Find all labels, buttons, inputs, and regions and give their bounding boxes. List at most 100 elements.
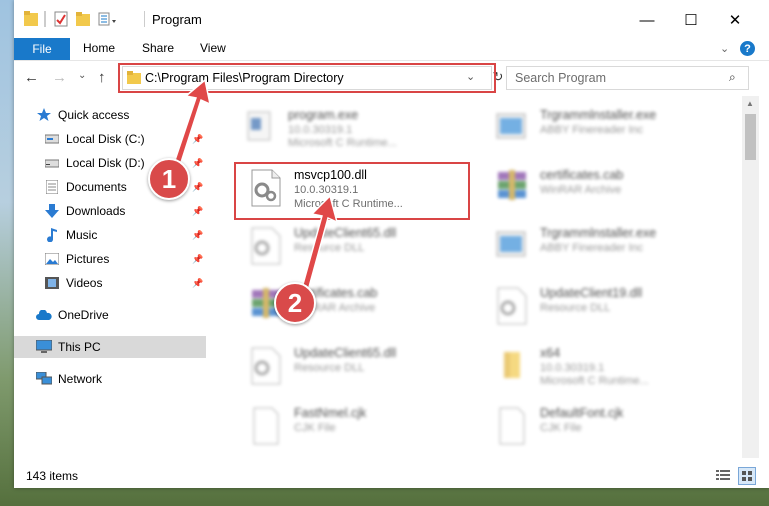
navigation-pane: Quick access Local Disk (C:) 📌 Local Dis… [14,96,209,458]
file-name: DefaultFont.cjk [540,406,624,420]
tiles-view-icon[interactable] [738,467,756,485]
pin-icon: 📌 [192,157,204,168]
up-button[interactable]: ↑ [98,69,106,86]
file-item[interactable]: DefaultFont.cjk CJK File [494,400,734,458]
file-name: Trgrammlnstaller.exe [540,108,657,122]
file-highlight [234,162,470,220]
help-icon[interactable]: ? [740,41,755,56]
forward-button[interactable]: → [52,69,67,86]
file-name: UpdateClient65.dll [294,346,397,360]
archive-icon [494,168,534,208]
sidebar-item-quick-access[interactable]: Quick access [14,104,206,126]
search-icon[interactable]: ⌕ [729,70,736,85]
file-item[interactable]: Trgrammlnstaller.exe ABBY Finereader Inc [494,102,734,160]
videos-icon [44,276,60,290]
file-icon [248,406,288,446]
pin-icon: 📌 [192,181,204,192]
installer-icon [494,108,534,148]
folder-icon [494,346,534,386]
file-item[interactable]: UpdateClient19.dll Resource DLL [494,280,734,338]
maximize-button[interactable]: ☐ [669,6,713,34]
sidebar-item-videos[interactable]: Videos 📌 [14,272,206,294]
file-item[interactable]: UpdateClient65.dll Resource DLL [248,220,488,278]
tab-file[interactable]: File [14,38,70,60]
file-name: UpdateClient65.dll [294,226,397,240]
file-detail: ABBY Finereader Inc [540,124,644,136]
back-button[interactable]: ← [24,69,39,86]
ribbon: File Home Share View ⌄ ? [14,38,769,61]
file-detail: 10.0.30319.1 [288,124,353,136]
folder-icon [24,11,38,27]
pictures-icon [44,252,60,266]
computer-icon [36,340,52,354]
file-detail: CJK File [294,422,336,434]
file-item[interactable]: Trgrammlnstaller.exe ABBY Finereader Inc [494,220,734,278]
file-detail: Microsoft C Runtime... [288,137,397,149]
file-name: Trgrammlnstaller.exe [540,226,657,240]
file-detail: Resource DLL [294,242,365,254]
tab-view[interactable]: View [200,41,226,55]
file-item[interactable]: program.exe 10.0.30319.1 Microsoft C Run… [242,102,482,160]
sidebar-item-label: Local Disk (C:) [66,132,145,146]
new-folder-icon[interactable] [76,11,90,27]
file-detail: Microsoft C Runtime... [540,375,649,387]
step-badge-1: 1 [148,158,190,200]
sidebar-item-onedrive[interactable]: OneDrive [14,304,206,326]
customize-toolbar-icon[interactable] [98,11,116,27]
title-bar: Program — ☐ ✕ [14,0,769,38]
recent-locations-icon[interactable]: ⌄ [78,70,86,81]
scroll-up-icon[interactable]: ▲ [746,99,754,108]
file-list: program.exe 10.0.30319.1 Microsoft C Run… [210,96,742,458]
sidebar-item-label: Quick access [58,108,130,122]
file-detail: Resource DLL [540,302,611,314]
network-icon [36,372,52,386]
sidebar-item-music[interactable]: Music 📌 [14,224,206,246]
file-detail: WinRAR Archive [540,184,622,196]
status-bar: 143 items [14,464,769,488]
pin-icon: 📌 [192,133,204,144]
file-name: program.exe [288,108,359,122]
minimize-button[interactable]: — [625,6,669,34]
explorer-window: Program — ☐ ✕ File Home Share View ⌄ ? ←… [14,0,769,488]
sidebar-item-downloads[interactable]: Downloads 📌 [14,200,206,222]
pin-icon: 📌 [192,253,204,264]
star-icon [36,108,52,122]
sidebar-item-this-pc[interactable]: This PC [14,336,206,358]
file-detail: ABBY Finereader Inc [540,242,644,254]
sidebar-item-label: OneDrive [58,308,109,322]
pin-icon: 📌 [192,205,204,216]
vertical-scrollbar[interactable]: ▲ [742,96,759,458]
tab-share[interactable]: Share [142,41,174,55]
close-button[interactable]: ✕ [713,6,757,34]
sidebar-item-local-disk-c[interactable]: Local Disk (C:) 📌 [14,128,206,150]
details-view-icon[interactable] [716,469,730,481]
file-icon [494,406,534,446]
sidebar-item-pictures[interactable]: Pictures 📌 [14,248,206,270]
exe-icon [242,108,282,148]
search-input[interactable] [513,69,717,87]
file-item[interactable]: UpdateClient65.dll Resource DLL [248,340,488,398]
item-count: 143 items [26,469,79,483]
pin-icon: 📌 [192,277,204,288]
sidebar-item-label: This PC [58,340,101,354]
installer-icon [494,226,534,266]
file-name: UpdateClient19.dll [540,286,643,300]
window-title: Program [152,12,202,27]
properties-icon[interactable] [54,11,68,27]
file-item[interactable]: x64 10.0.30319.1 Microsoft C Runtime... [494,340,734,398]
tab-home[interactable]: Home [83,41,115,55]
sidebar-item-label: Downloads [66,204,126,218]
drive-icon [44,132,60,146]
scrollbar-thumb[interactable] [745,114,756,160]
chevron-down-icon[interactable]: ⌄ [720,42,729,55]
sidebar-item-network[interactable]: Network [14,368,206,390]
music-icon [44,228,60,242]
drive-icon [44,156,60,170]
pin-icon: 📌 [192,229,204,240]
separator [144,11,145,27]
file-detail: Resource DLL [294,362,365,374]
dll-icon [494,286,534,326]
search-box[interactable]: ⌕ [506,66,749,90]
file-item[interactable]: FastNmel.cjk CJK File [248,400,488,458]
file-item[interactable]: certificates.cab WinRAR Archive [494,162,734,220]
